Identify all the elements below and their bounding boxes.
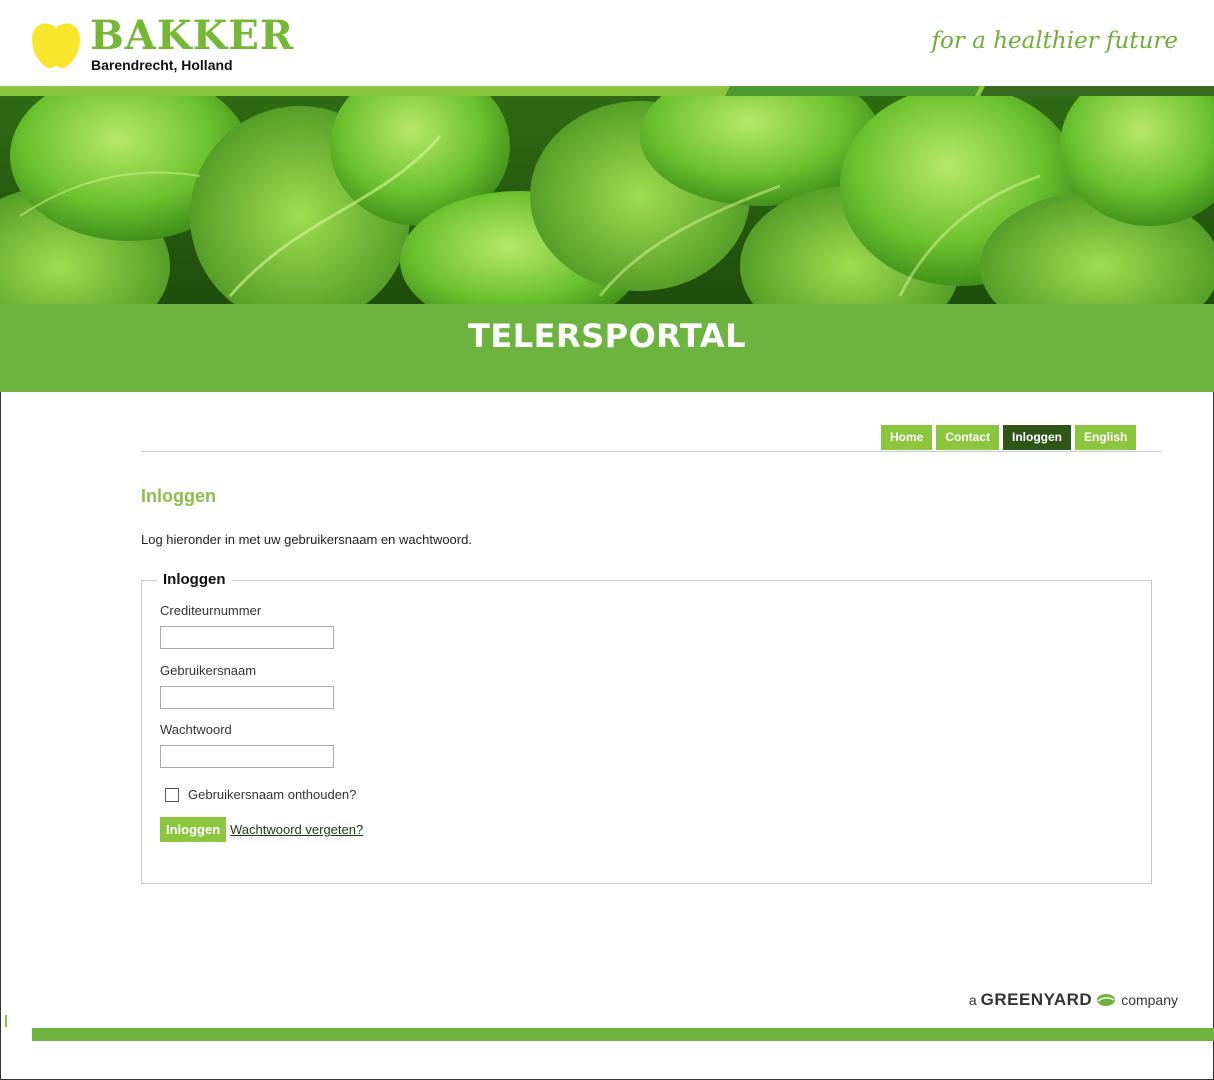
username-label: Gebruikersnaam <box>160 663 257 678</box>
footer-marker <box>5 1015 7 1027</box>
greenyard-suffix: company <box>1121 992 1178 1008</box>
username-input[interactable] <box>160 686 334 709</box>
site-header: BAKKER Barendrecht, Holland for a health… <box>0 0 1214 86</box>
apple-logo-icon <box>32 23 80 68</box>
login-fieldset: Inloggen Crediteurnummer Gebruikersnaam … <box>141 571 1152 884</box>
greenyard-brand: GREENYARD <box>980 990 1093 1009</box>
footer-bar <box>32 1028 1214 1041</box>
main-nav: Home Contact Inloggen English <box>881 425 1137 450</box>
remember-username-label: Gebruikersnaam onthouden? <box>188 787 357 802</box>
portal-title: TELERSPORTAL <box>468 317 746 355</box>
nav-tab-english[interactable]: English <box>1075 425 1137 450</box>
page-title: Inloggen <box>141 486 216 506</box>
login-legend: Inloggen <box>157 571 232 588</box>
brand-location: Barendrecht, Holland <box>91 57 233 73</box>
brand-logo[interactable]: BAKKER <box>90 14 294 58</box>
creditor-number-label: Crediteurnummer <box>160 603 262 618</box>
title-band: TELERSPORTAL <box>0 304 1214 392</box>
greenyard-prefix: a <box>968 992 977 1008</box>
login-button[interactable]: Inloggen <box>160 817 227 842</box>
password-input[interactable] <box>160 745 334 768</box>
nav-tab-inloggen[interactable]: Inloggen <box>1003 425 1072 450</box>
nav-tab-home[interactable]: Home <box>881 425 933 450</box>
nav-divider <box>141 451 1161 452</box>
brand-tagline: for a healthier future <box>931 28 1179 54</box>
password-label: Wachtwoord <box>160 722 232 737</box>
lettuce-banner-image <box>0 96 1214 304</box>
forgot-password-link[interactable]: Wachtwoord vergeten? <box>230 822 363 837</box>
remember-username-row: Gebruikersnaam onthouden? <box>165 787 356 802</box>
greenyard-leaf-icon <box>1097 994 1116 1006</box>
creditor-number-input[interactable] <box>160 626 334 649</box>
remember-username-checkbox[interactable] <box>165 787 179 802</box>
intro-text: Log hieronder in met uw gebruikersnaam e… <box>141 532 472 547</box>
nav-tab-contact[interactable]: Contact <box>936 425 1000 450</box>
greenyard-badge: a GREENYARD company <box>969 990 1178 1010</box>
header-stripe <box>0 86 1214 96</box>
